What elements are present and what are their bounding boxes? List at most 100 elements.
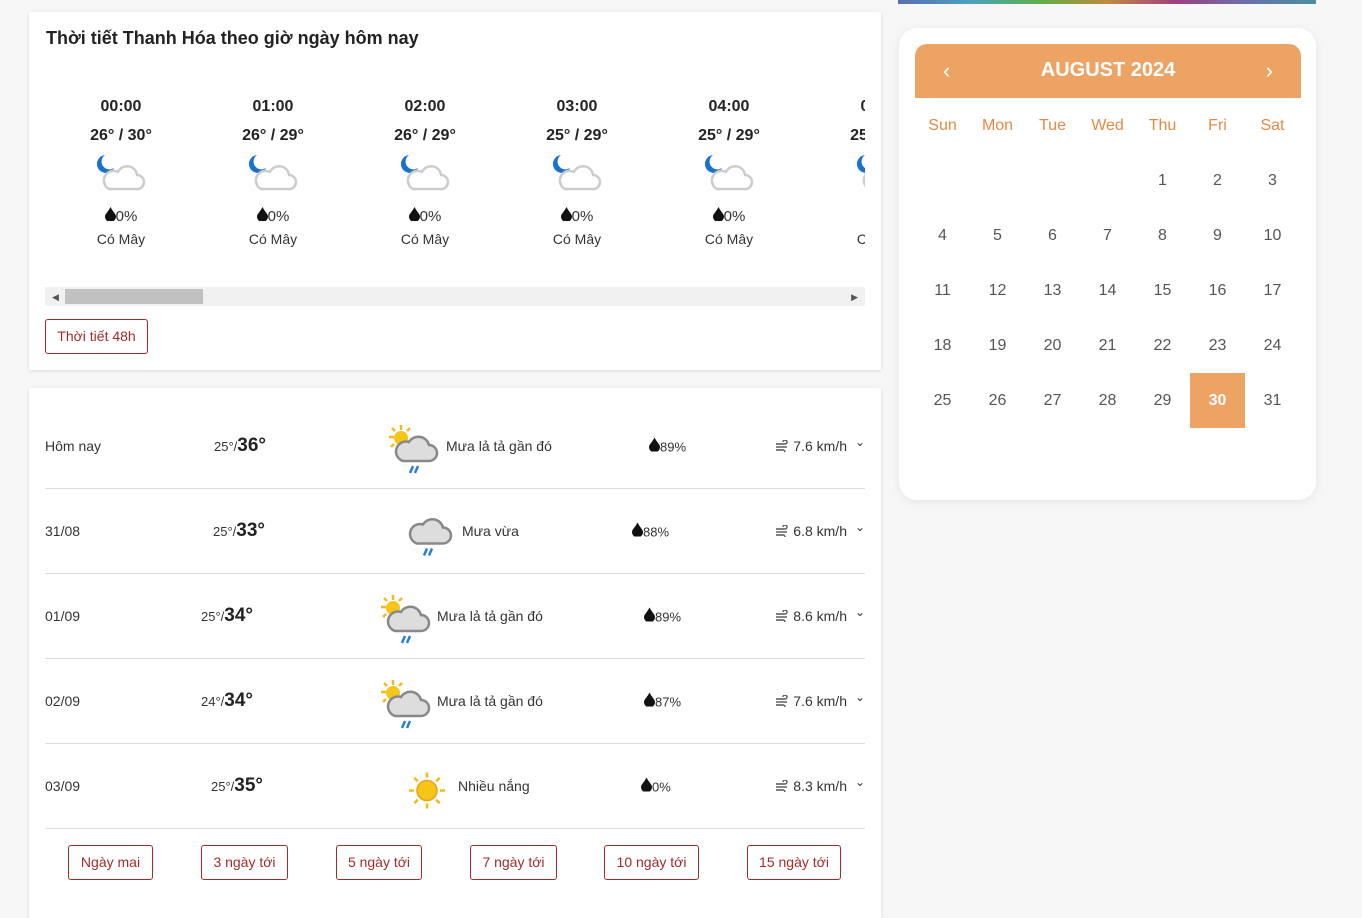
forecast-range-button[interactable]: 3 ngày tới [201,845,288,880]
calendar-day[interactable]: 6 [1025,208,1080,263]
day-humidity: 0% [641,778,671,795]
calendar-day[interactable]: 1 [1135,153,1190,208]
raindrop-icon [641,780,652,795]
next-month-button[interactable]: › [1266,58,1273,84]
chevron-down-icon[interactable]: ⌄ [855,690,865,704]
daily-row[interactable]: 03/0925°/35°Nhiều nắng0% 8.3 km/h⌄ [45,744,865,829]
wind-icon [775,693,789,709]
calendar-day[interactable]: 8 [1135,208,1190,263]
calendar-day[interactable]: 24 [1245,318,1300,373]
calendar-day[interactable]: 9 [1190,208,1245,263]
daily-forecast-card: Hôm nay25°/36°Mưa lả tả gần đó89% 7.6 km… [29,388,881,918]
temp-low: 25°/ [213,524,236,539]
hour-rain-chance: 0% [45,207,197,225]
calendar-day[interactable]: 26 [970,373,1025,428]
daily-row[interactable]: 01/0925°/34°Mưa lả tả gần đó89% 8.6 km/h… [45,574,865,659]
day-description: Mưa lả tả gần đó [437,608,543,624]
hour-time: 05:00 [805,98,865,118]
daily-row[interactable]: 31/0825°/33°Mưa vừa88% 6.8 km/h⌄ [45,489,865,574]
rain-chance-value: 0% [420,208,442,225]
day-wind: 6.8 km/h [775,523,847,539]
wind-icon [775,608,789,624]
calendar-day[interactable]: 7 [1080,208,1135,263]
calendar-day[interactable]: 18 [915,318,970,373]
calendar-day[interactable]: 15 [1135,263,1190,318]
scroll-left-icon[interactable]: ◀ [52,292,59,303]
forecast-range-button[interactable]: 7 ngày tới [470,845,557,880]
calendar-day[interactable]: 11 [915,263,970,318]
day-date: 01/09 [45,608,80,624]
wind-value: 8.6 km/h [793,608,847,624]
wind-icon [775,523,789,539]
daily-row[interactable]: Hôm nay25°/36°Mưa lả tả gần đó89% 7.6 km… [45,404,865,489]
calendar-day[interactable]: 19 [970,318,1025,373]
raindrop-icon [644,695,655,710]
calendar-day-selected[interactable]: 30 [1190,373,1245,428]
forecast-range-button[interactable]: Ngày mai [68,845,153,880]
moon-cloud-icon [197,149,349,199]
day-description: Nhiều nắng [458,778,530,794]
day-humidity: 89% [649,438,686,455]
chevron-down-icon[interactable]: ⌄ [855,605,865,619]
calendar-day[interactable]: 27 [1025,373,1080,428]
calendar-day[interactable]: 29 [1135,373,1190,428]
daily-row[interactable]: 02/0924°/34°Mưa lả tả gần đó87% 7.6 km/h… [45,659,865,744]
forecast-range-button[interactable]: 10 ngày tới [604,845,699,880]
hourly-item: 04:0025° / 29°0%Có Mây [653,96,805,247]
chevron-down-icon[interactable]: ⌄ [855,520,865,534]
raindrop-icon [644,610,655,625]
scrollbar-thumb[interactable] [65,289,203,304]
hour-description: Có Mây [805,231,865,247]
raindrop-icon [632,525,643,540]
forecast-range-button[interactable]: 5 ngày tới [336,845,422,880]
hourly-item: 00:0026° / 30°0%Có Mây [45,96,197,247]
calendar-day[interactable]: 17 [1245,263,1300,318]
calendar-day[interactable]: 28 [1080,373,1135,428]
calendar-day[interactable]: 23 [1190,318,1245,373]
calendar-day[interactable]: 3 [1245,153,1300,208]
hour-time: 03:00 [501,98,653,118]
hour-temp: 25° / 29° [805,127,865,145]
calendar-day[interactable]: 4 [915,208,970,263]
calendar-day[interactable]: 12 [970,263,1025,318]
hour-temp: 26° / 29° [197,127,349,145]
sun-icon [407,771,447,814]
horizontal-scrollbar[interactable]: ◀ ▶ [45,287,865,306]
day-description: Mưa lả tả gần đó [446,438,552,454]
calendar-day[interactable]: 20 [1025,318,1080,373]
day-wind: 7.6 km/h [775,438,847,454]
hour-rain-chance: 0% [349,207,501,225]
day-date: 03/09 [45,778,80,794]
calendar-day[interactable]: 14 [1080,263,1135,318]
day-temp: 25°/34° [201,605,253,627]
forecast-range-button[interactable]: 15 ngày tới [747,845,841,880]
weekday-label: Sat [1245,117,1300,135]
calendar-day[interactable]: 13 [1025,263,1080,318]
hour-rain-chance: 0% [197,207,349,225]
scroll-right-icon[interactable]: ▶ [851,292,858,303]
weather-48h-button[interactable]: Thời tiết 48h [45,319,148,354]
hour-temp: 26° / 30° [45,127,197,145]
rain-chance-value: 0% [116,208,138,225]
calendar-day[interactable]: 21 [1080,318,1135,373]
wind-value: 7.6 km/h [793,438,847,454]
humidity-value: 88% [643,525,669,540]
weekday-label: Tue [1025,117,1080,135]
hourly-list[interactable]: 00:0026° / 30°0%Có Mây01:0026° / 29°0%Có… [45,96,865,276]
chevron-down-icon[interactable]: ⌄ [855,435,865,449]
wind-icon [775,778,789,794]
calendar-month: AUGUST 2024 [915,59,1301,82]
calendar-day[interactable]: 16 [1190,263,1245,318]
calendar-day[interactable]: 5 [970,208,1025,263]
calendar: ‹ AUGUST 2024 › SunMonTueWedThuFriSat123… [899,28,1316,500]
chevron-down-icon[interactable]: ⌄ [855,775,865,789]
calendar-day[interactable]: 22 [1135,318,1190,373]
calendar-day[interactable]: 10 [1245,208,1300,263]
temp-high: 36° [237,435,266,456]
day-humidity: 88% [632,523,669,540]
moon-cloud-icon [349,149,501,199]
calendar-day[interactable]: 31 [1245,373,1300,428]
hour-temp: 26° / 29° [349,127,501,145]
calendar-day[interactable]: 25 [915,373,970,428]
calendar-day[interactable]: 2 [1190,153,1245,208]
